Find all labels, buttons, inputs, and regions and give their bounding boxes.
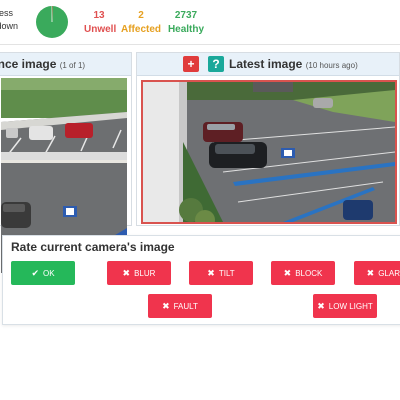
glare-button[interactable]: ✖ GLARE xyxy=(354,261,400,285)
health-label-line2: tdown xyxy=(0,21,19,31)
close-icon: ✖ xyxy=(366,267,375,278)
low-light-button-label: LOW LIGHT xyxy=(328,301,373,311)
tilt-button-label: TILT xyxy=(218,268,235,278)
close-icon: ✖ xyxy=(317,300,325,311)
health-pie-chart xyxy=(36,6,68,38)
blur-button-label: BLUR xyxy=(134,268,156,278)
glare-button-label: GLARE xyxy=(378,268,400,278)
reference-image-counter: (1 of 1) xyxy=(59,61,86,70)
stat-healthy[interactable]: 2737 Healthy xyxy=(166,9,206,37)
tilt-button[interactable]: ✖ TILT xyxy=(189,261,253,285)
reference-image-title-text: ence image xyxy=(0,57,57,71)
fault-button[interactable]: ✖ FAULT xyxy=(148,294,212,318)
health-breakdown-label: ness tdown xyxy=(0,7,18,33)
stat-unwell-label: Unwell xyxy=(84,24,117,35)
latest-image-panel: + ? Latest image (10 hours ago) xyxy=(136,52,400,226)
stat-healthy-label: Healthy xyxy=(167,24,205,35)
stat-affected-value: 2 xyxy=(138,10,144,21)
block-button-label: BLOCK xyxy=(295,268,323,278)
add-reference-button[interactable]: + xyxy=(183,56,199,72)
check-icon: ✔ xyxy=(31,267,39,278)
close-icon: ✖ xyxy=(122,267,131,278)
stat-affected-label: Affected xyxy=(121,24,162,35)
close-icon: ✖ xyxy=(283,267,292,278)
latest-image-header: + ? Latest image (10 hours ago) xyxy=(137,53,399,76)
health-label-line1: ness xyxy=(0,8,14,18)
health-stats-bar: ness tdown 13 Unwell 2 Affected 2737 Hea… xyxy=(0,0,400,45)
blur-button[interactable]: ✖ BLUR xyxy=(107,261,171,285)
latest-image-title: Latest image (10 hours ago) xyxy=(229,57,358,71)
fault-button-label: FAULT xyxy=(173,301,198,311)
rate-image-title: Rate current camera's image xyxy=(11,240,175,254)
reference-image-title: ence image (1 of 1) xyxy=(0,57,85,71)
ok-button[interactable]: ✔ OK xyxy=(11,261,75,285)
rate-image-panel: Rate current camera's image ✔ OK ✖ BLUR … xyxy=(2,235,400,325)
low-light-button[interactable]: ✖ LOW LIGHT xyxy=(313,294,377,318)
stat-unwell[interactable]: 13 Unwell xyxy=(84,9,117,37)
latest-image[interactable] xyxy=(141,80,397,224)
help-button[interactable]: ? xyxy=(208,56,224,72)
reference-image-header: ence image (1 of 1) xyxy=(0,53,131,76)
block-button[interactable]: ✖ BLOCK xyxy=(271,261,335,285)
stat-healthy-value: 2737 xyxy=(174,10,198,21)
latest-image-age: (10 hours ago) xyxy=(305,61,358,70)
stat-unwell-value: 13 xyxy=(93,10,105,21)
reference-image-panel: ence image (1 of 1) xyxy=(0,52,132,273)
stat-affected[interactable]: 2 Affected xyxy=(121,9,161,37)
latest-image-title-text: Latest image xyxy=(229,57,303,71)
ok-button-label: OK xyxy=(42,268,55,278)
close-icon: ✖ xyxy=(207,267,215,278)
close-icon: ✖ xyxy=(162,300,170,311)
